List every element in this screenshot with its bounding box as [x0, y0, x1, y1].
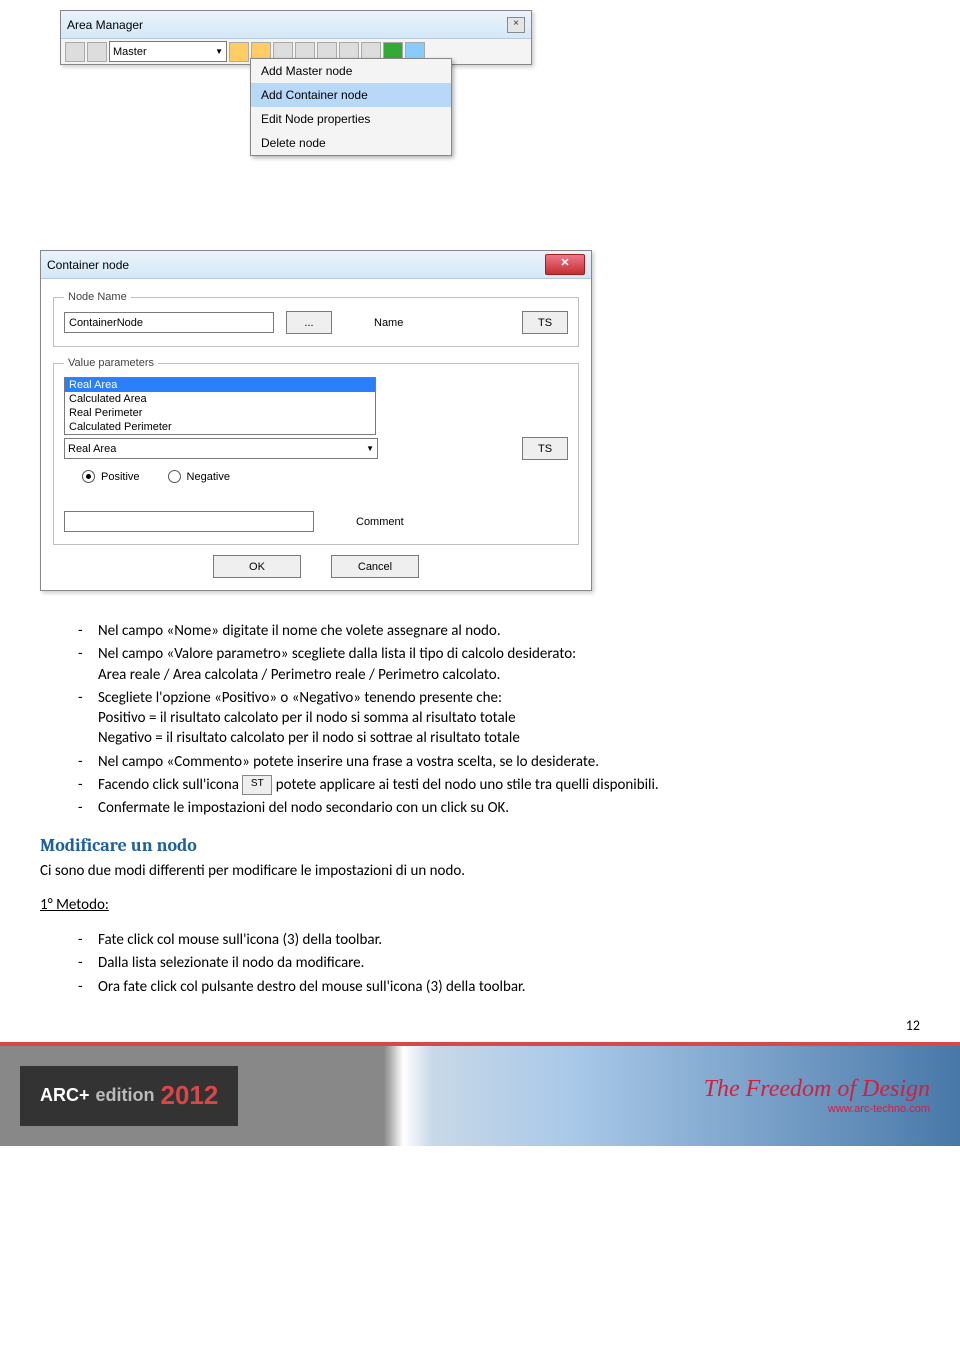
browse-button[interactable]: ...	[286, 311, 332, 334]
positive-radio[interactable]: Positive	[82, 470, 140, 483]
st-icon: ST	[242, 775, 272, 795]
area-manager-titlebar: Area Manager ×	[61, 11, 531, 39]
bullet: Nel campo «Valore parametro» scegliete d…	[78, 644, 920, 685]
master-dropdown[interactable]: Master ▼	[109, 41, 227, 62]
ts-button-2[interactable]: TS	[522, 437, 568, 460]
value-parameters-group: Value parameters Real Area Calculated Ar…	[53, 357, 579, 545]
radio-icon	[82, 470, 95, 483]
menu-item-add-master[interactable]: Add Master node	[251, 59, 451, 83]
name-label: Name	[374, 317, 403, 329]
node-name-group: Node Name ContainerNode ... Name TS	[53, 291, 579, 347]
bullet: Ora fate click col pulsante destro del m…	[78, 977, 920, 997]
bullet: Confermate le impostazioni del nodo seco…	[78, 798, 920, 818]
bullet: Facendo click sull'icona ST potete appli…	[78, 775, 920, 795]
value-params-legend: Value parameters	[64, 357, 158, 369]
master-dropdown-value: Master	[113, 46, 147, 58]
node-name-legend: Node Name	[64, 291, 131, 303]
ok-button[interactable]: OK	[213, 555, 301, 578]
close-icon[interactable]: ×	[507, 17, 525, 33]
negative-radio[interactable]: Negative	[168, 470, 230, 483]
toolbar-icon-2[interactable]	[87, 42, 107, 62]
chevron-down-icon: ▼	[366, 444, 374, 453]
comment-label: Comment	[356, 516, 404, 528]
node-name-input[interactable]: ContainerNode	[64, 312, 274, 333]
bullet: Nel campo «Nome» digitate il nome che vo…	[78, 621, 920, 641]
document-text: Nel campo «Nome» digitate il nome che vo…	[40, 621, 920, 997]
cancel-button[interactable]: Cancel	[331, 555, 419, 578]
container-dialog-title: Container node	[47, 258, 545, 272]
toolbar-icon-1[interactable]	[65, 42, 85, 62]
menu-item-add-container[interactable]: Add Container node	[251, 83, 451, 107]
section-heading: Modificare un nodo	[40, 834, 920, 858]
footer-url: www.arc-techno.com	[704, 1103, 930, 1115]
bullet: Dalla lista selezionate il nodo da modif…	[78, 953, 920, 973]
list-item[interactable]: Real Area	[65, 378, 375, 392]
list-item[interactable]: Calculated Perimeter	[65, 420, 375, 434]
close-button[interactable]: ✕	[545, 254, 585, 275]
page-footer: ARC+ edition 2012 The Freedom of Design …	[0, 1042, 960, 1146]
footer-tagline: The Freedom of Design	[704, 1076, 930, 1103]
menu-item-edit-node[interactable]: Edit Node properties	[251, 107, 451, 131]
bullet: Fate click col mouse sull'icona (3) dell…	[78, 930, 920, 950]
bullet: Nel campo «Commento» potete inserire una…	[78, 752, 920, 772]
paragraph: Ci sono due modi differenti per modifica…	[40, 861, 920, 881]
menu-item-delete-node[interactable]: Delete node	[251, 131, 451, 155]
value-params-select[interactable]: Real Area ▼	[64, 438, 378, 459]
list-item[interactable]: Real Perimeter	[65, 406, 375, 420]
value-params-listbox[interactable]: Real Area Calculated Area Real Perimeter…	[64, 377, 376, 435]
footer-brand: ARC+ edition 2012	[20, 1066, 238, 1126]
method-heading: 1° Metodo:	[40, 895, 920, 915]
context-menu: Add Master node Add Container node Edit …	[250, 58, 452, 156]
toolbar-icon-3[interactable]	[229, 42, 249, 62]
radio-icon	[168, 470, 181, 483]
list-item[interactable]: Calculated Area	[65, 392, 375, 406]
area-manager-title: Area Manager	[67, 18, 507, 32]
footer-tagline-block: The Freedom of Design www.arc-techno.com	[704, 1076, 930, 1115]
bullet: Scegliete l'opzione «Positivo» o «Negati…	[78, 688, 920, 749]
ts-button[interactable]: TS	[522, 311, 568, 334]
page-number: 12	[0, 1017, 920, 1034]
chevron-down-icon: ▼	[215, 47, 223, 56]
comment-input[interactable]	[64, 511, 314, 532]
container-dialog-titlebar: Container node ✕	[41, 251, 591, 279]
